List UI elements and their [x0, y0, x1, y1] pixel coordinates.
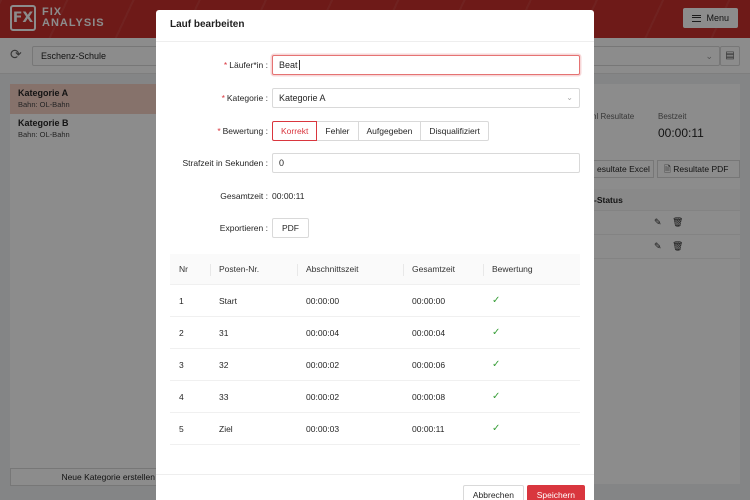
- export-label: Exportieren: [219, 223, 264, 233]
- cell-split: 00:00:00: [306, 295, 340, 306]
- column-header: Gesamtzeit: [403, 254, 483, 284]
- cancel-button[interactable]: Abbrechen: [462, 485, 524, 500]
- rating-option-korrekt[interactable]: Korrekt: [272, 121, 318, 141]
- chevron-down-icon: ⌄: [566, 93, 573, 102]
- cell-post: 33: [219, 391, 229, 402]
- cell-total: 00:00:11: [412, 423, 445, 434]
- check-icon: ✓: [492, 295, 501, 306]
- rating-option-disqualifiziert[interactable]: Disqualifiziert: [420, 121, 489, 141]
- cell-post: Start: [219, 295, 237, 306]
- rating-option-fehler[interactable]: Fehler: [316, 121, 359, 141]
- table-row: 5 Ziel 00:00:03 00:00:11 ✓: [170, 413, 580, 445]
- checkpoint-table: Nr Posten-Nr. Abschnittszeit Gesamtzeit …: [170, 254, 580, 445]
- cell-split: 00:00:02: [306, 391, 340, 402]
- runner-row: * Läufer*in : Beat: [156, 55, 594, 75]
- table-header-row: Nr Posten-Nr. Abschnittszeit Gesamtzeit …: [170, 254, 580, 285]
- check-icon: ✓: [492, 391, 501, 402]
- penalty-label: Strafzeit in Sekunden: [182, 158, 264, 168]
- total-time-row: Gesamtzeit : 00:00:11: [220, 191, 305, 201]
- penalty-input[interactable]: 0: [272, 153, 580, 173]
- cell-split: 00:00:02: [306, 359, 340, 370]
- category-label: Kategorie: [226, 93, 264, 103]
- check-icon: ✓: [492, 423, 501, 434]
- runner-input[interactable]: Beat: [272, 55, 580, 75]
- total-time-label: Gesamtzeit: [220, 191, 264, 201]
- table-row: 4 33 00:00:02 00:00:08 ✓: [170, 381, 580, 413]
- rating-label: Bewertung: [222, 126, 264, 136]
- category-row: * Kategorie : Kategorie A ⌄: [156, 88, 594, 108]
- cell-nr: 4: [179, 391, 184, 402]
- table-row: 1 Start 00:00:00 00:00:00 ✓: [170, 285, 580, 317]
- cell-nr: 2: [179, 327, 184, 338]
- column-header: Posten-Nr.: [210, 254, 297, 284]
- column-header: Nr: [179, 264, 188, 274]
- save-button[interactable]: Speichern: [526, 485, 585, 500]
- runner-label: Läufer*in: [229, 60, 264, 70]
- category-select[interactable]: Kategorie A ⌄: [272, 88, 580, 108]
- export-row: Exportieren : PDF: [156, 218, 594, 238]
- rating-row: * Bewertung : Korrekt Fehler Aufgegeben D…: [156, 121, 594, 141]
- total-time-value: 00:00:11: [272, 191, 305, 201]
- check-icon: ✓: [492, 327, 501, 338]
- cell-total: 00:00:00: [412, 295, 446, 306]
- table-row: 2 31 00:00:04 00:00:04 ✓: [170, 317, 580, 349]
- modal-title: Lauf bearbeiten: [156, 10, 594, 42]
- cell-post: Ziel: [219, 423, 233, 434]
- text-cursor: [298, 60, 300, 70]
- cell-post: 31: [219, 327, 229, 338]
- cell-split: 00:00:03: [306, 423, 340, 434]
- modal-footer: Abbrechen Speichern: [156, 474, 594, 500]
- column-header: Abschnittszeit: [297, 254, 403, 284]
- edit-run-modal: Lauf bearbeiten * Läufer*in : Beat * Kateg…: [156, 10, 594, 500]
- cell-nr: 3: [179, 359, 184, 370]
- export-pdf-button[interactable]: PDF: [272, 218, 309, 238]
- check-icon: ✓: [492, 359, 501, 370]
- penalty-row: Strafzeit in Sekunden : 0: [156, 153, 594, 173]
- cell-nr: 1: [179, 295, 184, 306]
- cell-total: 00:00:08: [412, 391, 446, 402]
- cell-nr: 5: [179, 423, 184, 434]
- column-header: Bewertung: [483, 254, 580, 284]
- rating-segmented-control: Korrekt Fehler Aufgegeben Disqualifizier…: [272, 121, 489, 141]
- rating-option-aufgegeben[interactable]: Aufgegeben: [357, 121, 422, 141]
- cell-total: 00:00:06: [412, 359, 446, 370]
- cell-total: 00:00:04: [412, 327, 446, 338]
- table-row: 3 32 00:00:02 00:00:06 ✓: [170, 349, 580, 381]
- cell-post: 32: [219, 359, 229, 370]
- cell-split: 00:00:04: [306, 327, 340, 338]
